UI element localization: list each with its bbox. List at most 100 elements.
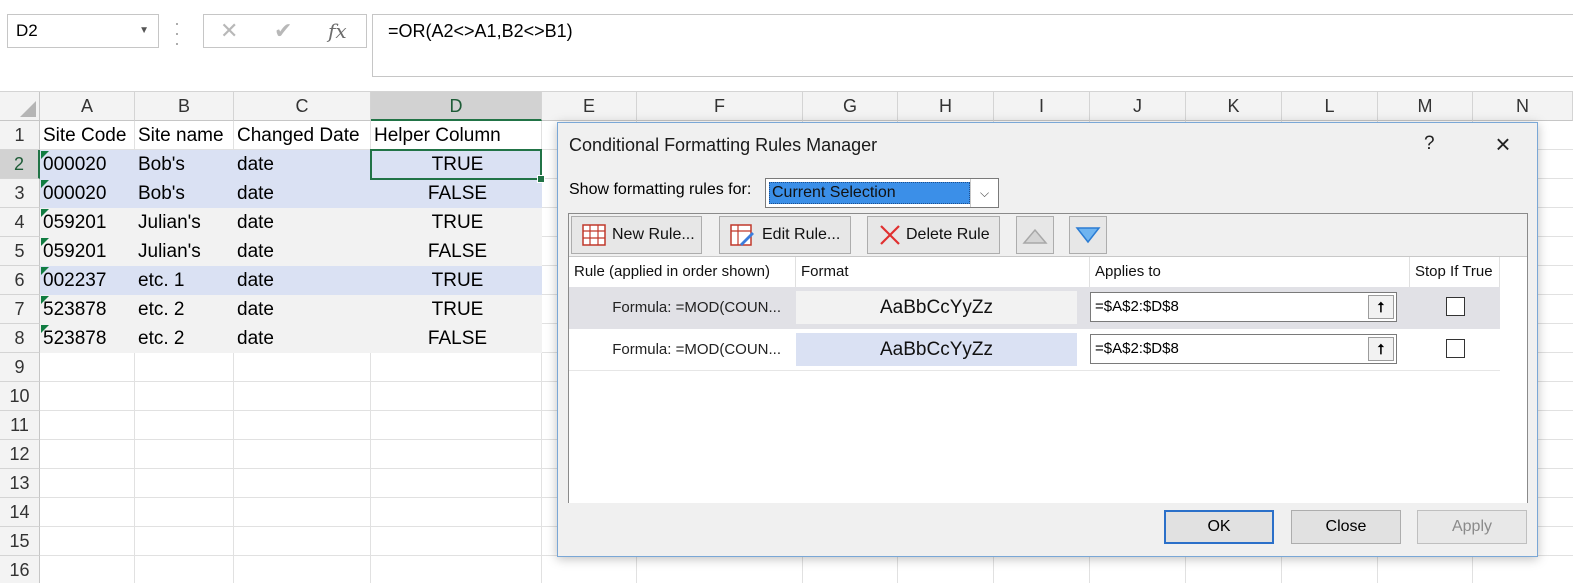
cell-c6[interactable]: date [237,266,370,295]
enter-icon[interactable]: ✔ [274,18,292,44]
error-indicator-icon[interactable] [41,267,49,275]
row-header-7[interactable]: 7 [0,295,40,324]
row-header-3[interactable]: 3 [0,179,40,208]
column-header-b[interactable]: B [135,92,234,121]
cell-a5[interactable]: 059201 [43,237,134,266]
column-header-g[interactable]: G [803,92,898,121]
column-header-i[interactable]: I [994,92,1090,121]
select-all-button[interactable] [0,92,40,121]
cell-d3[interactable]: FALSE [374,179,541,208]
column-header-d[interactable]: D [371,92,542,121]
row-header-1[interactable]: 1 [0,121,40,150]
column-header-j[interactable]: J [1090,92,1186,121]
cell-d8[interactable]: FALSE [374,324,541,353]
cell-b8[interactable]: etc. 2 [138,324,233,353]
insert-function-icon[interactable]: fx [328,19,347,43]
error-indicator-icon[interactable] [41,325,49,333]
cell-b1[interactable]: Site name [138,121,233,150]
column-header-a[interactable]: A [40,92,135,121]
rules-list[interactable]: Rule (applied in order shown) Format App… [569,256,1527,503]
row-header-11[interactable]: 11 [0,411,40,440]
row-header-14[interactable]: 14 [0,498,40,527]
name-box[interactable]: D2 ▼ [7,14,159,48]
drag-handle-icon[interactable]: · · · [174,14,180,52]
row-header-6[interactable]: 6 [0,266,40,295]
cell-d6[interactable]: TRUE [374,266,541,295]
cell-c4[interactable]: date [237,208,370,237]
error-indicator-icon[interactable] [41,238,49,246]
cancel-icon[interactable]: ✕ [220,18,238,44]
close-button[interactable]: Close [1291,510,1401,544]
cell-b5[interactable]: Julian's [138,237,233,266]
cell-b4[interactable]: Julian's [138,208,233,237]
cell-c5[interactable]: date [237,237,370,266]
stop-if-true-checkbox[interactable] [1446,297,1465,316]
close-icon[interactable]: × [1491,129,1515,159]
cell-a7[interactable]: 523878 [43,295,134,324]
collapse-dialog-icon[interactable]: ⭡ [1368,337,1394,361]
cell-d7[interactable]: TRUE [374,295,541,324]
cell-c3[interactable]: date [237,179,370,208]
column-header-m[interactable]: M [1378,92,1473,121]
cell-a1[interactable]: Site Code [43,121,134,150]
cell-d1[interactable]: Helper Column [374,121,541,150]
cell-c1[interactable]: Changed Date [237,121,370,150]
cell-d5[interactable]: FALSE [374,237,541,266]
move-down-button[interactable] [1069,216,1107,254]
cell-c8[interactable]: date [237,324,370,353]
help-icon[interactable]: ? [1424,133,1435,155]
cell-b6[interactable]: etc. 1 [138,266,233,295]
error-indicator-icon[interactable] [41,296,49,304]
error-indicator-icon[interactable] [41,151,49,159]
cell-a2[interactable]: 000020 [43,150,134,179]
stop-if-true-checkbox[interactable] [1446,339,1465,358]
apply-button[interactable]: Apply [1417,510,1527,544]
applies-to-input[interactable]: =$A$2:$D$8 ⭡ [1090,292,1397,322]
column-header-c[interactable]: C [234,92,371,121]
row-header-5[interactable]: 5 [0,237,40,266]
row-header-12[interactable]: 12 [0,440,40,469]
delete-rule-button[interactable]: Delete Rule [867,216,1000,254]
row-header-15[interactable]: 15 [0,527,40,556]
cell-c7[interactable]: date [237,295,370,324]
row-header-4[interactable]: 4 [0,208,40,237]
cell-d4[interactable]: TRUE [374,208,541,237]
column-header-l[interactable]: L [1282,92,1378,121]
column-header-applies-to[interactable]: Applies to [1090,257,1410,287]
cell-a8[interactable]: 523878 [43,324,134,353]
new-rule-button[interactable]: New Rule... [571,216,702,254]
rule-row[interactable]: Formula: =MOD(COUN... AaBbCcYyZz =$A$2:$… [569,329,1500,371]
column-header-k[interactable]: K [1186,92,1282,121]
edit-rule-button[interactable]: Edit Rule... [719,216,851,254]
cell-b7[interactable]: etc. 2 [138,295,233,324]
error-indicator-icon[interactable] [41,209,49,217]
column-header-format[interactable]: Format [796,257,1090,287]
cell-a3[interactable]: 000020 [43,179,134,208]
cell-b3[interactable]: Bob's [138,179,233,208]
column-header-e[interactable]: E [542,92,637,121]
row-header-2[interactable]: 2 [0,150,40,179]
column-header-h[interactable]: H [898,92,994,121]
collapse-dialog-icon[interactable]: ⭡ [1368,295,1394,319]
cell-c2[interactable]: date [237,150,370,179]
ok-button[interactable]: OK [1164,510,1274,544]
column-header-stop-if-true[interactable]: Stop If True [1410,257,1500,287]
chevron-down-icon[interactable]: ⌵ [970,179,998,207]
show-rules-select[interactable]: Current Selection ⌵ [765,178,999,208]
cell-a6[interactable]: 002237 [43,266,134,295]
row-header-10[interactable]: 10 [0,382,40,411]
active-cell-border[interactable] [370,149,545,183]
column-header-rule[interactable]: Rule (applied in order shown) [569,257,796,287]
error-indicator-icon[interactable] [41,180,49,188]
rule-row[interactable]: Formula: =MOD(COUN... AaBbCcYyZz =$A$2:$… [569,287,1500,329]
cell-b2[interactable]: Bob's [138,150,233,179]
column-header-n[interactable]: N [1473,92,1573,121]
row-header-9[interactable]: 9 [0,353,40,382]
applies-to-input[interactable]: =$A$2:$D$8 ⭡ [1090,334,1397,364]
row-header-16[interactable]: 16 [0,556,40,583]
formula-input[interactable]: =OR(A2<>A1,B2<>B1) [372,14,1573,77]
cell-a4[interactable]: 059201 [43,208,134,237]
row-header-13[interactable]: 13 [0,469,40,498]
move-up-button[interactable] [1016,216,1054,254]
chevron-down-icon[interactable]: ▼ [139,15,149,47]
